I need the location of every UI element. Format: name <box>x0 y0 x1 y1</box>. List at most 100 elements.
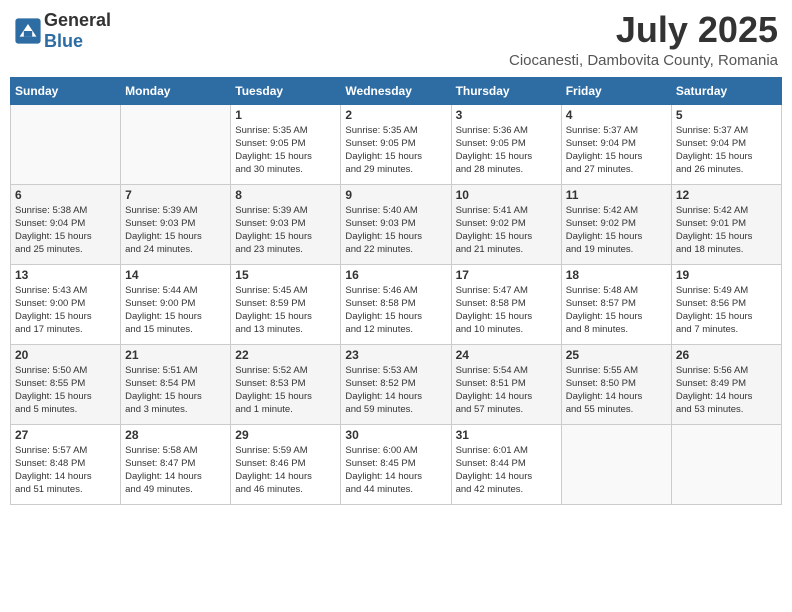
logo-general: General <box>44 10 111 30</box>
day-info: Sunrise: 5:44 AMSunset: 9:00 PMDaylight:… <box>125 284 226 337</box>
logo-icon <box>14 17 42 45</box>
day-number: 9 <box>345 188 446 202</box>
calendar-week-row: 20Sunrise: 5:50 AMSunset: 8:55 PMDayligh… <box>11 344 782 424</box>
calendar-cell: 8 Sunrise: 5:39 AMSunset: 9:03 PMDaylight… <box>231 184 341 264</box>
day-number: 3 <box>456 108 557 122</box>
day-info: Sunrise: 5:48 AMSunset: 8:57 PMDaylight:… <box>566 284 667 337</box>
day-number: 18 <box>566 268 667 282</box>
calendar-cell: 19 Sunrise: 5:49 AMSunset: 8:56 PMDayligh… <box>671 264 781 344</box>
day-number: 20 <box>15 348 116 362</box>
day-number: 23 <box>345 348 446 362</box>
day-number: 1 <box>235 108 336 122</box>
day-number: 7 <box>125 188 226 202</box>
day-number: 24 <box>456 348 557 362</box>
day-number: 8 <box>235 188 336 202</box>
day-info: Sunrise: 5:55 AMSunset: 8:50 PMDaylight:… <box>566 364 667 417</box>
month-year-title: July 2025 <box>509 10 778 50</box>
day-info: Sunrise: 5:35 AMSunset: 9:05 PMDaylight:… <box>345 124 446 177</box>
day-info: Sunrise: 5:57 AMSunset: 8:48 PMDaylight:… <box>15 444 116 497</box>
day-info: Sunrise: 5:35 AMSunset: 9:05 PMDaylight:… <box>235 124 336 177</box>
weekday-header-row: SundayMondayTuesdayWednesdayThursdayFrid… <box>11 77 782 104</box>
day-number: 21 <box>125 348 226 362</box>
calendar-cell: 4 Sunrise: 5:37 AMSunset: 9:04 PMDaylight… <box>561 104 671 184</box>
day-info: Sunrise: 5:54 AMSunset: 8:51 PMDaylight:… <box>456 364 557 417</box>
day-info: Sunrise: 6:00 AMSunset: 8:45 PMDaylight:… <box>345 444 446 497</box>
calendar-week-row: 1 Sunrise: 5:35 AMSunset: 9:05 PMDaylight… <box>11 104 782 184</box>
day-info: Sunrise: 5:36 AMSunset: 9:05 PMDaylight:… <box>456 124 557 177</box>
calendar-cell: 15Sunrise: 5:45 AMSunset: 8:59 PMDayligh… <box>231 264 341 344</box>
day-number: 4 <box>566 108 667 122</box>
calendar-cell: 23 Sunrise: 5:53 AMSunset: 8:52 PMDayligh… <box>341 344 451 424</box>
calendar-cell: 14 Sunrise: 5:44 AMSunset: 9:00 PMDayligh… <box>121 264 231 344</box>
weekday-header-thursday: Thursday <box>451 77 561 104</box>
calendar-cell: 13 Sunrise: 5:43 AMSunset: 9:00 PMDayligh… <box>11 264 121 344</box>
day-info: Sunrise: 5:43 AMSunset: 9:00 PMDaylight:… <box>15 284 116 337</box>
day-number: 13 <box>15 268 116 282</box>
day-info: Sunrise: 5:58 AMSunset: 8:47 PMDaylight:… <box>125 444 226 497</box>
calendar-cell: 9Sunrise: 5:40 AMSunset: 9:03 PMDaylight… <box>341 184 451 264</box>
calendar-cell <box>671 424 781 504</box>
calendar-cell: 28 Sunrise: 5:58 AMSunset: 8:47 PMDayligh… <box>121 424 231 504</box>
day-info: Sunrise: 5:39 AMSunset: 9:03 PMDaylight:… <box>125 204 226 257</box>
day-number: 5 <box>676 108 777 122</box>
calendar-cell: 25 Sunrise: 5:55 AMSunset: 8:50 PMDayligh… <box>561 344 671 424</box>
calendar-cell: 22 Sunrise: 5:52 AMSunset: 8:53 PMDayligh… <box>231 344 341 424</box>
calendar-week-row: 27 Sunrise: 5:57 AMSunset: 8:48 PMDayligh… <box>11 424 782 504</box>
day-number: 28 <box>125 428 226 442</box>
day-info: Sunrise: 5:37 AMSunset: 9:04 PMDaylight:… <box>566 124 667 177</box>
calendar-cell: 16 Sunrise: 5:46 AMSunset: 8:58 PMDayligh… <box>341 264 451 344</box>
day-info: Sunrise: 5:37 AMSunset: 9:04 PMDaylight:… <box>676 124 777 177</box>
weekday-header-sunday: Sunday <box>11 77 121 104</box>
logo-blue: Blue <box>44 31 83 51</box>
weekday-header-wednesday: Wednesday <box>341 77 451 104</box>
calendar-cell: 29Sunrise: 5:59 AMSunset: 8:46 PMDayligh… <box>231 424 341 504</box>
day-info: Sunrise: 5:51 AMSunset: 8:54 PMDaylight:… <box>125 364 226 417</box>
weekday-header-monday: Monday <box>121 77 231 104</box>
calendar-cell <box>121 104 231 184</box>
day-info: Sunrise: 5:39 AMSunset: 9:03 PMDaylight:… <box>235 204 336 257</box>
calendar-cell: 12Sunrise: 5:42 AMSunset: 9:01 PMDayligh… <box>671 184 781 264</box>
calendar-cell: 30 Sunrise: 6:00 AMSunset: 8:45 PMDayligh… <box>341 424 451 504</box>
location-subtitle: Ciocanesti, Dambovita County, Romania <box>509 52 778 69</box>
calendar-cell: 18 Sunrise: 5:48 AMSunset: 8:57 PMDayligh… <box>561 264 671 344</box>
day-number: 30 <box>345 428 446 442</box>
page-header: General Blue July 2025 Ciocanesti, Dambo… <box>10 10 782 69</box>
calendar-cell <box>561 424 671 504</box>
day-info: Sunrise: 5:38 AMSunset: 9:04 PMDaylight:… <box>15 204 116 257</box>
calendar-cell: 11 Sunrise: 5:42 AMSunset: 9:02 PMDayligh… <box>561 184 671 264</box>
day-number: 11 <box>566 188 667 202</box>
day-number: 19 <box>676 268 777 282</box>
day-number: 2 <box>345 108 446 122</box>
day-info: Sunrise: 5:59 AMSunset: 8:46 PMDaylight:… <box>235 444 336 497</box>
calendar-cell: 3 Sunrise: 5:36 AMSunset: 9:05 PMDaylight… <box>451 104 561 184</box>
day-number: 14 <box>125 268 226 282</box>
day-number: 25 <box>566 348 667 362</box>
day-info: Sunrise: 5:42 AMSunset: 9:02 PMDaylight:… <box>566 204 667 257</box>
day-number: 22 <box>235 348 336 362</box>
day-info: Sunrise: 5:41 AMSunset: 9:02 PMDaylight:… <box>456 204 557 257</box>
calendar-cell: 21 Sunrise: 5:51 AMSunset: 8:54 PMDayligh… <box>121 344 231 424</box>
day-info: Sunrise: 5:49 AMSunset: 8:56 PMDaylight:… <box>676 284 777 337</box>
day-info: Sunrise: 5:56 AMSunset: 8:49 PMDaylight:… <box>676 364 777 417</box>
calendar-cell: 10Sunrise: 5:41 AMSunset: 9:02 PMDayligh… <box>451 184 561 264</box>
day-number: 16 <box>345 268 446 282</box>
calendar-cell: 1 Sunrise: 5:35 AMSunset: 9:05 PMDaylight… <box>231 104 341 184</box>
day-info: Sunrise: 5:46 AMSunset: 8:58 PMDaylight:… <box>345 284 446 337</box>
calendar-cell: 20Sunrise: 5:50 AMSunset: 8:55 PMDayligh… <box>11 344 121 424</box>
calendar-week-row: 13 Sunrise: 5:43 AMSunset: 9:00 PMDayligh… <box>11 264 782 344</box>
day-number: 27 <box>15 428 116 442</box>
calendar-cell: 26Sunrise: 5:56 AMSunset: 8:49 PMDayligh… <box>671 344 781 424</box>
day-number: 31 <box>456 428 557 442</box>
calendar-cell <box>11 104 121 184</box>
weekday-header-saturday: Saturday <box>671 77 781 104</box>
weekday-header-tuesday: Tuesday <box>231 77 341 104</box>
day-info: Sunrise: 5:52 AMSunset: 8:53 PMDaylight:… <box>235 364 336 417</box>
calendar-week-row: 6Sunrise: 5:38 AMSunset: 9:04 PMDaylight… <box>11 184 782 264</box>
calendar-cell: 2 Sunrise: 5:35 AMSunset: 9:05 PMDaylight… <box>341 104 451 184</box>
calendar-cell: 31Sunrise: 6:01 AMSunset: 8:44 PMDayligh… <box>451 424 561 504</box>
day-info: Sunrise: 5:53 AMSunset: 8:52 PMDaylight:… <box>345 364 446 417</box>
day-info: Sunrise: 5:45 AMSunset: 8:59 PMDaylight:… <box>235 284 336 337</box>
logo: General Blue <box>14 10 111 52</box>
weekday-header-friday: Friday <box>561 77 671 104</box>
day-info: Sunrise: 5:47 AMSunset: 8:58 PMDaylight:… <box>456 284 557 337</box>
